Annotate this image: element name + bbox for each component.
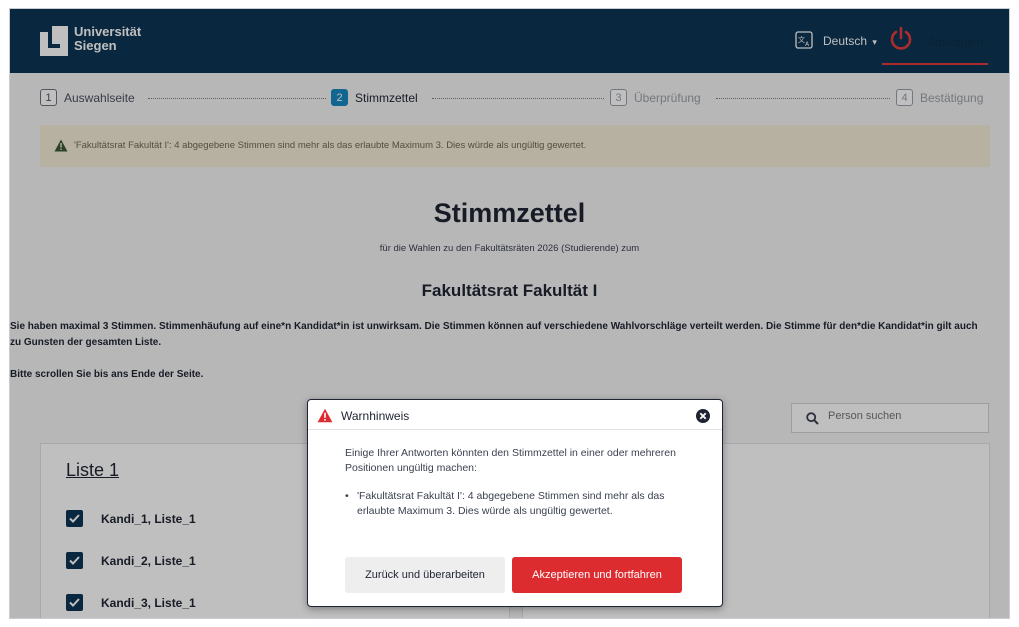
warning-icon — [317, 408, 333, 423]
accept-and-continue-button[interactable]: Akzeptieren und fortfahren — [512, 557, 682, 593]
warning-dialog: Warnhinweis Einige Ihrer Antworten könnt… — [307, 399, 723, 607]
bullet: • — [345, 490, 349, 502]
dialog-message: Einige Ihrer Antworten könnten den Stimm… — [345, 447, 676, 474]
close-icon[interactable] — [696, 409, 710, 423]
back-and-edit-button[interactable]: Zurück und überarbeiten — [345, 557, 505, 593]
dialog-header: Warnhinweis — [308, 400, 722, 430]
dialog-title: Warnhinweis — [341, 409, 410, 423]
dialog-warning-item: • 'Fakultätsrat Fakultät I': 4 abgegeben… — [345, 489, 690, 519]
dialog-warning-text: 'Fakultätsrat Fakultät I': 4 abgegebene … — [357, 490, 665, 517]
browser-frame: Universität Siegen 文 A Deutsch ▾ Auslogg… — [9, 8, 1010, 619]
